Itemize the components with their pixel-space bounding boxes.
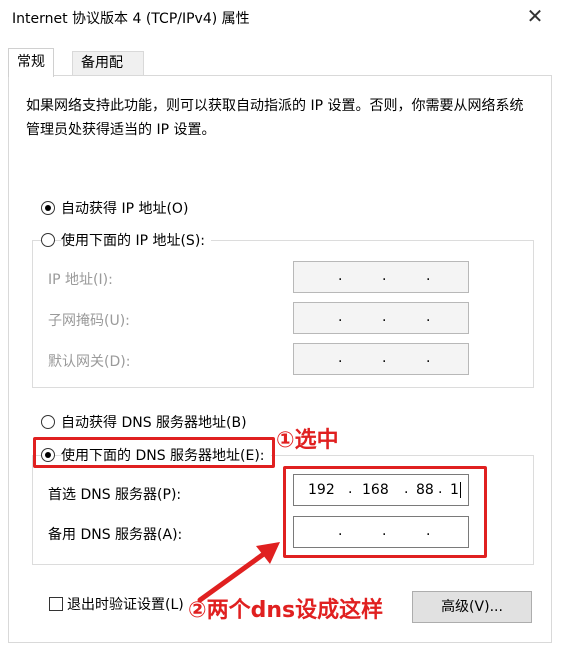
annotation-step1: ①选中	[276, 428, 339, 453]
annotation-step2: ②两个dns设成这样	[188, 598, 384, 623]
subnet-mask-label: 子网掩码(U):	[48, 313, 130, 329]
ip-address-field[interactable]: . . .	[293, 261, 469, 293]
auto-dns-radio[interactable]	[41, 415, 55, 429]
auto-dns-label[interactable]: 自动获得 DNS 服务器地址(B)	[61, 412, 247, 432]
title-bar: Internet 协议版本 4 (TCP/IPv4) 属性 ✕	[0, 0, 561, 36]
tab-alternate-config[interactable]: 备用配置	[72, 51, 144, 93]
ip-address-label: IP 地址(I):	[48, 272, 113, 288]
description-text: 如果网络支持此功能，则可以获取自动指派的 IP 设置。否则，你需要从网络系统管理…	[26, 98, 524, 138]
auto-ip-label[interactable]: 自动获得 IP 地址(O)	[61, 198, 188, 218]
manual-ip-radio[interactable]	[41, 233, 55, 247]
annotation-box-dns-fields	[283, 466, 487, 558]
window-title: Internet 协议版本 4 (TCP/IPv4) 属性	[12, 11, 250, 27]
close-icon[interactable]: ✕	[521, 4, 549, 28]
auto-ip-radio[interactable]	[41, 201, 55, 215]
default-gateway-field[interactable]: . . .	[293, 343, 469, 375]
subnet-mask-field[interactable]: . . .	[293, 302, 469, 334]
tab-general[interactable]: 常规	[8, 48, 54, 77]
annotation-box-dns-radio	[33, 437, 275, 468]
default-gateway-label: 默认网关(D):	[48, 354, 131, 370]
tab-bar: 常规 备用配置	[8, 48, 553, 93]
validate-on-exit-checkbox[interactable]	[49, 597, 63, 611]
validate-on-exit-label[interactable]: 退出时验证设置(L)	[67, 594, 184, 614]
preferred-dns-label: 首选 DNS 服务器(P):	[48, 487, 182, 503]
alternate-dns-label: 备用 DNS 服务器(A):	[48, 527, 183, 543]
manual-ip-label[interactable]: 使用下面的 IP 地址(S):	[61, 230, 211, 250]
advanced-button[interactable]: 高级(V)...	[412, 591, 532, 623]
